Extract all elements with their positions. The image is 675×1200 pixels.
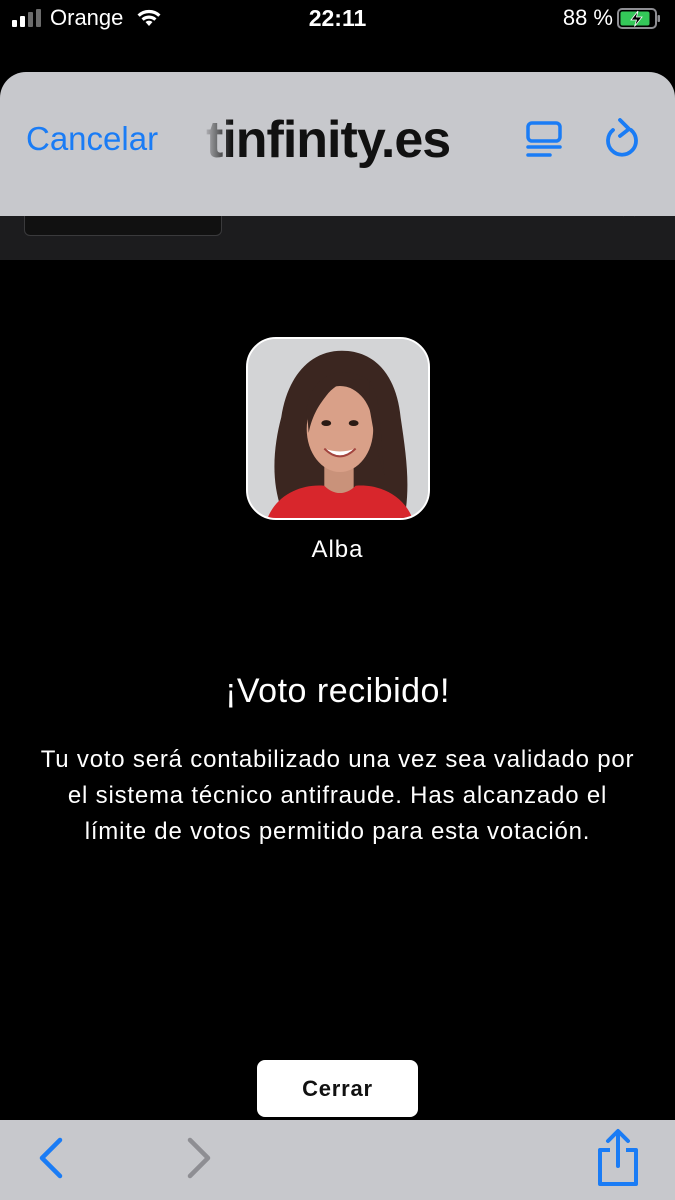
vote-confirmation-message: Tu voto será contabilizado una vez sea v… [40, 746, 635, 845]
battery-percentage: 88 % [562, 5, 613, 30]
cancel-button[interactable]: Cancelar [26, 120, 158, 158]
url-field[interactable]: tinfinity.es [206, 110, 451, 170]
screen: Orange 22:11 88 % ✕ Cancelar tinfinity.e… [0, 0, 675, 1200]
contestant-portrait [248, 339, 428, 518]
url-fade [202, 102, 232, 182]
close-button[interactable]: Cerrar [257, 1060, 418, 1117]
contestant-photo [246, 337, 430, 520]
contestant-name: Alba [311, 536, 364, 563]
share-icon[interactable] [594, 1128, 642, 1188]
browser-address-bar: Cancelar tinfinity.es [0, 72, 675, 216]
battery-charging-icon [617, 8, 660, 29]
reload-icon[interactable] [600, 116, 644, 162]
status-bar: Orange 22:11 88 % [0, 0, 675, 40]
reader-icon[interactable] [522, 118, 566, 162]
browser-toolbar [0, 1120, 675, 1200]
chevron-right-icon[interactable] [180, 1136, 216, 1180]
vote-confirmation-title: ¡Voto recibido! [225, 672, 450, 710]
chevron-left-icon[interactable] [34, 1136, 70, 1180]
